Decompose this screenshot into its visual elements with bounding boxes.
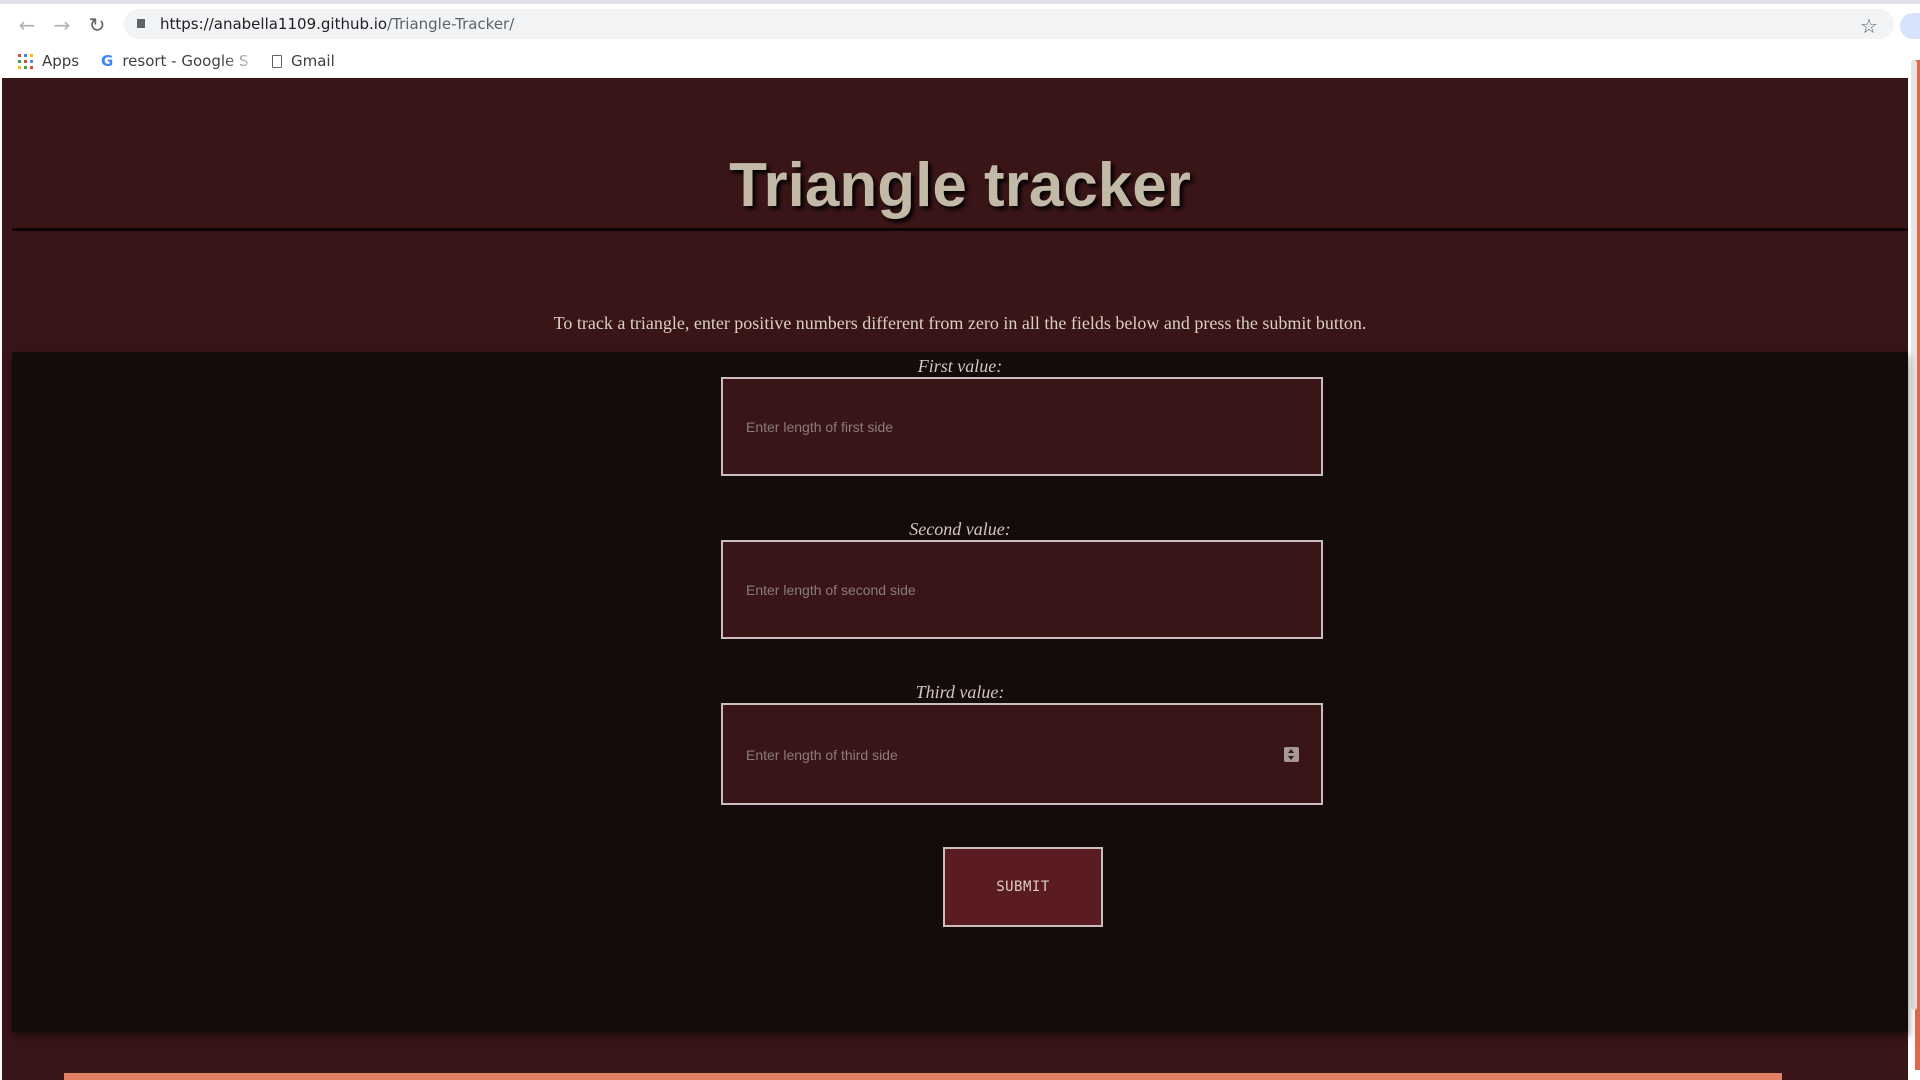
bookmark-resort-google[interactable]: G resort - Google S bbox=[101, 50, 249, 72]
bookmark-apps[interactable]: Apps bbox=[18, 50, 79, 72]
second-side-input[interactable]: Enter length of second side bbox=[721, 540, 1323, 639]
lock-icon bbox=[137, 19, 145, 28]
url-text[interactable]: https://anabella1109.github.io/Triangle-… bbox=[160, 15, 514, 33]
second-side-placeholder: Enter length of second side bbox=[746, 582, 916, 598]
url-path: /Triangle-Tracker/ bbox=[387, 15, 515, 33]
submit-button[interactable]: SUBMIT bbox=[943, 847, 1103, 927]
bookmark-gmail-label: Gmail bbox=[291, 52, 335, 70]
title-divider bbox=[12, 228, 1908, 231]
back-arrow-icon[interactable]: ← bbox=[14, 12, 40, 38]
bookmark-star-icon[interactable]: ☆ bbox=[1860, 14, 1878, 38]
browser-toolbar: ← → ↻ https://anabella1109.github.io/Tri… bbox=[0, 4, 1920, 44]
first-side-input[interactable]: Enter length of first side bbox=[721, 377, 1323, 476]
scrollbar-thumb[interactable] bbox=[1911, 60, 1917, 1010]
first-value-label: First value: bbox=[917, 356, 1003, 376]
reload-icon[interactable]: ↻ bbox=[84, 12, 110, 38]
triangle-form: First value: Enter length of first side … bbox=[12, 352, 1908, 1032]
profile-avatar[interactable] bbox=[1900, 13, 1920, 39]
first-side-placeholder: Enter length of first side bbox=[746, 419, 894, 435]
apps-grid-icon bbox=[18, 53, 33, 69]
bookmark-gmail[interactable]: Gmail bbox=[272, 50, 335, 72]
forward-arrow-icon[interactable]: → bbox=[49, 12, 75, 38]
bookmarks-bar: Apps G resort - Google S Gmail bbox=[0, 44, 1920, 78]
page-icon bbox=[272, 54, 282, 68]
third-value-label: Third value: bbox=[915, 682, 1005, 702]
instructions-text: To track a triangle, enter positive numb… bbox=[553, 313, 1367, 333]
number-spinner-icon[interactable] bbox=[1284, 747, 1299, 762]
bottom-accent-strip bbox=[64, 1073, 1782, 1080]
third-side-placeholder: Enter length of third side bbox=[746, 747, 898, 763]
bookmark-resort-label: resort - Google S bbox=[122, 52, 249, 70]
third-side-input[interactable]: Enter length of third side bbox=[721, 703, 1323, 805]
url-host: https://anabella1109.github.io bbox=[160, 15, 388, 33]
bookmark-apps-label: Apps bbox=[42, 52, 80, 70]
google-g-icon: G bbox=[101, 52, 114, 70]
second-value-label: Second value: bbox=[909, 519, 1011, 539]
page-title: Triangle tracker bbox=[729, 151, 1191, 220]
